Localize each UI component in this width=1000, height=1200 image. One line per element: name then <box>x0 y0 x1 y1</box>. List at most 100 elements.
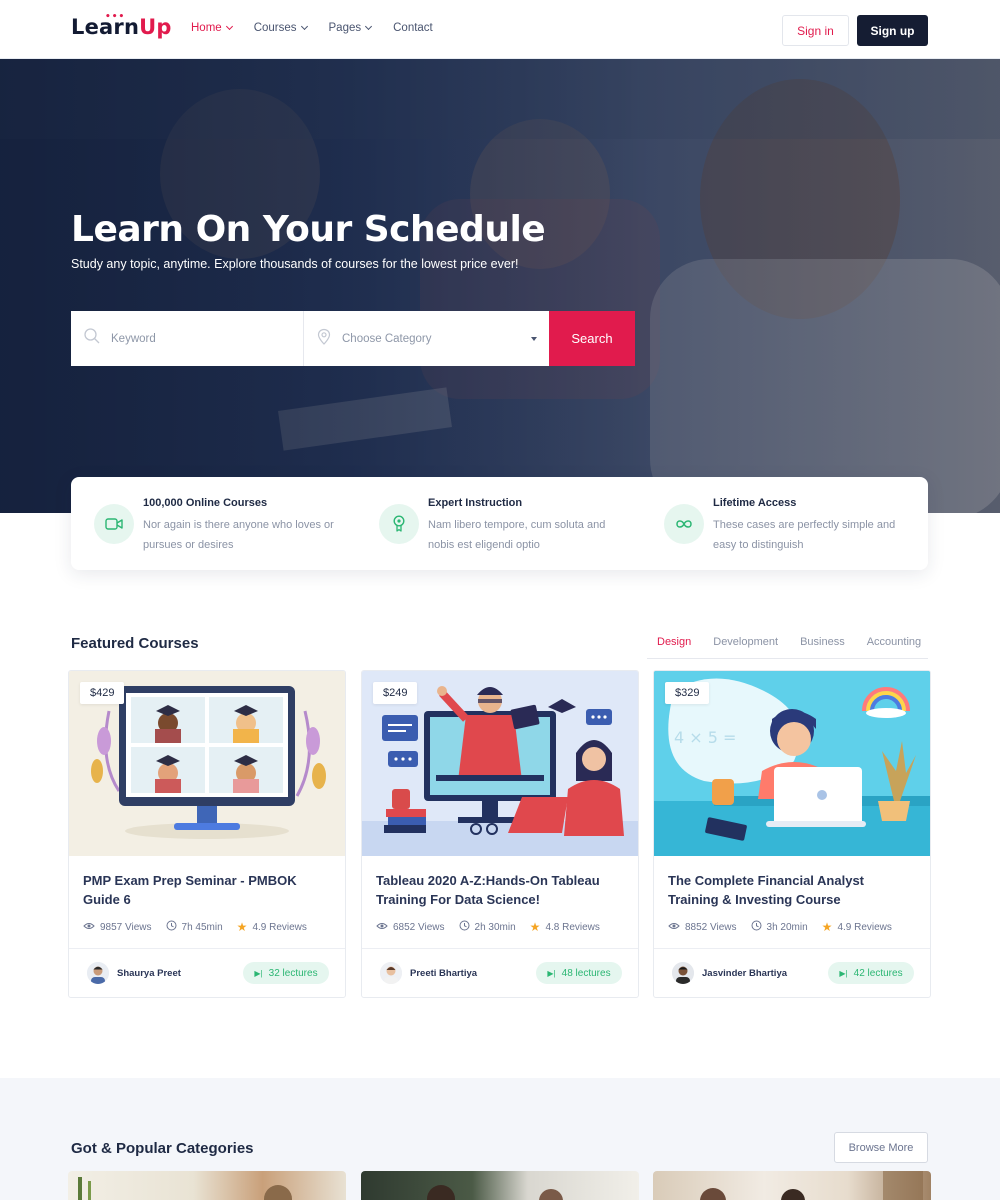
svg-text:4 × 5 =: 4 × 5 = <box>674 728 736 747</box>
tab-business[interactable]: Business <box>800 636 845 658</box>
duration-meta: 2h 30min <box>459 920 516 934</box>
category-card-image[interactable] <box>653 1171 931 1200</box>
rating-meta: ★ 4.9 Reviews <box>236 920 307 934</box>
duration-meta: 3h 20min <box>751 920 808 934</box>
logo-text-up: Up <box>139 15 172 39</box>
duration-meta: 7h 45min <box>166 920 223 934</box>
hero-title: Learn On Your Schedule <box>71 209 546 250</box>
chevron-down-icon <box>300 22 308 31</box>
course-thumbnail: $429 <box>69 671 345 856</box>
views-count: 8852 Views <box>685 921 737 933</box>
avatar <box>87 962 109 984</box>
lectures-badge[interactable]: ▶| 32 lectures <box>243 962 329 984</box>
author-info[interactable]: Jasvinder Bhartiya <box>672 962 787 984</box>
course-title[interactable]: PMP Exam Prep Seminar - PMBOK Guide 6 <box>83 871 333 909</box>
course-thumbnail: 4 × 5 = $329 <box>654 671 930 856</box>
views-count: 9857 Views <box>100 921 152 933</box>
course-meta: 9857 Views 7h 45min ★ 4.9 Reviews <box>83 920 333 934</box>
browse-more-button[interactable]: Browse More <box>834 1132 928 1163</box>
views-count: 6852 Views <box>393 921 445 933</box>
card-divider <box>69 948 345 949</box>
rating-value: 4.9 Reviews <box>252 921 307 933</box>
price-badge: $429 <box>80 682 125 704</box>
views-meta: 9857 Views <box>83 922 152 933</box>
course-title[interactable]: Tableau 2020 A-Z:Hands-On Tableau Traini… <box>376 871 626 909</box>
avatar <box>380 962 402 984</box>
chevron-down-icon <box>365 22 373 31</box>
play-icon: ▶| <box>839 968 848 978</box>
nav-item-home[interactable]: Home <box>191 22 233 34</box>
feature-description: These cases are perfectly simple and eas… <box>713 519 896 551</box>
rating-meta: ★ 4.9 Reviews <box>822 921 892 933</box>
sign-up-button[interactable]: Sign up <box>857 15 928 46</box>
clock-icon <box>459 920 470 934</box>
infinity-icon <box>664 504 704 544</box>
hero-overlay <box>0 59 1000 513</box>
caret-down-icon <box>531 337 537 341</box>
star-icon: ★ <box>236 920 248 934</box>
duration-value: 2h 30min <box>474 921 516 933</box>
price-badge: $329 <box>665 682 710 704</box>
feature-description: Nam libero tempore, cum soluta and nobis… <box>428 519 606 551</box>
author-name: Shaurya Preet <box>117 967 181 979</box>
course-title[interactable]: The Complete Financial Analyst Training … <box>668 871 918 909</box>
author-name: Jasvinder Bhartiya <box>702 967 788 979</box>
course-card[interactable]: $249 Tableau 2020 A-Z:Hands-On Tableau T… <box>361 670 639 998</box>
author-info[interactable]: Shaurya Preet <box>87 962 181 984</box>
course-category-tabs: Design Development Business Accounting <box>647 636 928 659</box>
author-name: Preeti Bhartiya <box>410 967 478 979</box>
logo-dots: ••• <box>105 12 126 22</box>
nav-label: Contact <box>393 22 433 34</box>
category-select-value: Choose Category <box>342 332 432 345</box>
course-card[interactable]: $429 PMP Exam Prep Seminar - PMBOK Guide… <box>68 670 346 998</box>
hero-subtitle: Study any topic, anytime. Explore thousa… <box>71 257 519 271</box>
category-card-image[interactable] <box>361 1171 639 1200</box>
views-meta: 8852 Views <box>668 922 737 933</box>
search-button[interactable]: Search <box>549 311 635 366</box>
nav-item-pages[interactable]: Pages <box>328 22 373 34</box>
site-header: ••• LearnUp Home Courses Pages Contact S… <box>0 0 1000 59</box>
keyword-input[interactable] <box>111 332 281 345</box>
course-meta: 8852 Views 3h 20min ★ 4.9 Reviews <box>668 920 918 934</box>
nav-label: Pages <box>328 22 362 34</box>
card-divider <box>362 948 638 949</box>
nav-label: Home <box>191 22 222 34</box>
nav-item-contact[interactable]: Contact <box>393 22 433 34</box>
lectures-count: 48 lectures <box>561 967 611 979</box>
lectures-badge[interactable]: ▶| 48 lectures <box>536 962 622 984</box>
author-info[interactable]: Preeti Bhartiya <box>380 962 477 984</box>
hero-section: Learn On Your Schedule Study any topic, … <box>0 59 1000 513</box>
categories-title: Got & Popular Categories <box>71 1140 254 1157</box>
views-meta: 6852 Views <box>376 922 445 933</box>
tab-design[interactable]: Design <box>657 636 691 658</box>
category-select[interactable]: Choose Category <box>304 311 549 366</box>
chevron-down-icon <box>225 22 233 31</box>
tab-development[interactable]: Development <box>713 636 778 658</box>
tab-accounting[interactable]: Accounting <box>867 636 921 658</box>
duration-value: 3h 20min <box>766 921 808 933</box>
lectures-badge[interactable]: ▶| 42 lectures <box>828 962 914 984</box>
featured-courses-title: Featured Courses <box>71 635 199 652</box>
course-thumbnail: $249 <box>362 671 638 856</box>
eye-icon <box>668 922 680 933</box>
sign-in-button[interactable]: Sign in <box>782 15 849 46</box>
rating-value: 4.8 Reviews <box>545 921 600 933</box>
duration-value: 7h 45min <box>181 921 223 933</box>
logo[interactable]: ••• LearnUp <box>71 12 172 39</box>
feature-item: Expert Instruction Nam libero tempore, c… <box>356 477 641 570</box>
nav-item-courses[interactable]: Courses <box>253 22 308 34</box>
clock-icon <box>751 920 762 934</box>
lectures-count: 32 lectures <box>268 967 318 979</box>
feature-title: Lifetime Access <box>713 497 797 509</box>
rating-meta: ★ 4.8 Reviews <box>530 921 600 933</box>
category-card-image[interactable] <box>68 1171 346 1200</box>
feature-title: Expert Instruction <box>428 497 523 509</box>
nav-label: Courses <box>253 22 297 34</box>
clock-icon <box>166 920 177 934</box>
feature-item: 100,000 Online Courses Nor again is ther… <box>71 477 356 570</box>
main-nav: Home Courses Pages Contact <box>191 22 433 34</box>
search-icon <box>83 327 101 350</box>
features-strip: 100,000 Online Courses Nor again is ther… <box>71 477 928 570</box>
course-card[interactable]: 4 × 5 = $329 The Complete Financial Anal… <box>653 670 931 998</box>
avatar <box>672 962 694 984</box>
